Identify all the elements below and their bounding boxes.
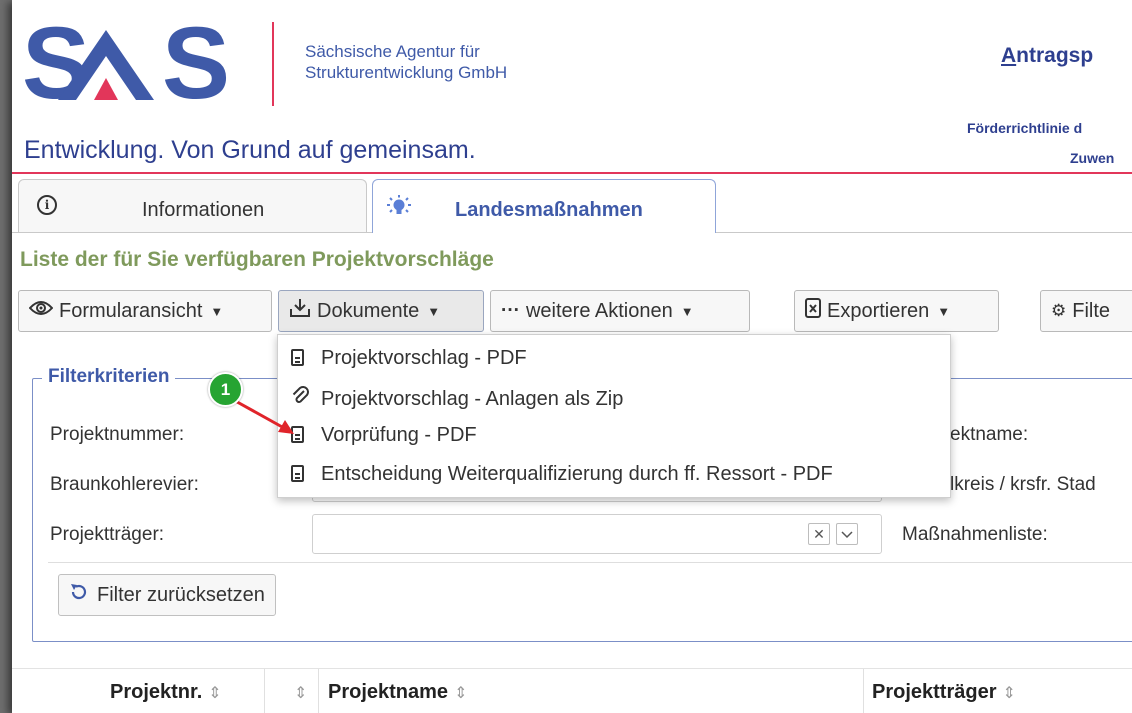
form-view-label: Formularansicht <box>59 299 203 322</box>
tab-label: Landesmaßnahmen <box>455 199 643 221</box>
list-title: Liste der für Sie verfügbaren Projektvor… <box>20 248 494 271</box>
column-label: Projektnr. <box>110 681 203 703</box>
filter-label: Filte <box>1072 299 1111 322</box>
agency-line-2: Strukturentwicklung GmbH <box>305 63 508 82</box>
lightbulb-icon <box>386 194 412 225</box>
export-button[interactable]: Exportieren ▼ <box>794 290 999 332</box>
column-header-empty[interactable]: ⇕ <box>288 681 307 704</box>
document-icon <box>291 349 304 366</box>
export-label: Exportieren <box>827 299 930 322</box>
eye-icon <box>28 300 54 322</box>
chevron-down-icon: ▼ <box>427 303 441 319</box>
document-icon <box>291 426 304 443</box>
tab-bar: i Informationen Landesmaßnahmen <box>12 176 1132 233</box>
info-circle-icon: i <box>37 195 57 215</box>
menu-item-projektvorschlag-pdf[interactable]: Projektvorschlag - PDF <box>291 347 527 370</box>
chevron-down-icon: ▼ <box>680 303 694 319</box>
column-header-projekttraeger[interactable]: Projektträger ⇕ <box>872 681 1016 704</box>
reset-filter-button[interactable]: Filter zurücksetzen <box>58 574 276 616</box>
table-header: Projektnr. ⇕ ⇕ Projektname ⇕ Projektträger… <box>12 668 1132 713</box>
filter-divider <box>48 562 1132 563</box>
agency-name: Sächsische Agentur für Strukturentwicklu… <box>305 41 507 83</box>
more-actions-label: weitere Aktionen <box>525 299 673 322</box>
column-label: Projektname <box>328 681 449 703</box>
more-actions-button[interactable]: ··· weitere Aktionen ▼ <box>490 290 750 332</box>
svg-text:S: S <box>162 16 230 108</box>
sort-icon: ⇕ <box>1002 685 1016 702</box>
documents-label: Dokumente <box>317 299 420 322</box>
menu-item-label: Vorprüfung - PDF <box>321 424 477 446</box>
menu-item-label: Projektvorschlag - Anlagen als Zip <box>321 388 624 410</box>
filter-legend: Filterkriterien <box>42 366 176 388</box>
chevron-down-icon: ▼ <box>210 303 224 319</box>
download-tray-icon <box>289 297 311 325</box>
project-number-label: Projektnummer: <box>50 424 185 445</box>
portal-title-accesskey: A <box>1001 44 1017 67</box>
column-divider <box>264 669 265 713</box>
undo-icon <box>69 582 89 608</box>
column-divider <box>863 669 864 713</box>
sort-icon: ⇕ <box>454 685 468 702</box>
reset-filter-label: Filter zurücksetzen <box>97 583 265 606</box>
project-name-label: ektname: <box>950 424 1029 445</box>
ellipsis-icon: ··· <box>501 300 520 321</box>
menu-item-label: Projektvorschlag - PDF <box>321 347 527 369</box>
portal-title-rest: ntragsp <box>1016 44 1094 67</box>
measures-list-label: Maßnahmenliste: <box>902 524 1048 545</box>
sort-icon: ⇕ <box>208 685 222 702</box>
menu-item-anlagen-zip[interactable]: Projektvorschlag - Anlagen als Zip <box>291 385 623 411</box>
clear-icon[interactable]: ✕ <box>808 523 830 545</box>
filter-button[interactable]: ⚙ Filte <box>1040 290 1132 332</box>
tagline: Entwicklung. Von Grund auf gemeinsam. <box>24 136 476 164</box>
tab-label: Informationen <box>142 199 265 221</box>
sponsor-select[interactable]: ✕ <box>312 514 882 554</box>
app-window: S S Sächsische Agentur für Strukturentwi… <box>12 0 1132 713</box>
annotation-badge: 1 <box>208 372 243 407</box>
guideline-subtitle: Förderrichtlinie d <box>967 120 1083 136</box>
paperclip-icon <box>291 385 313 411</box>
column-header-projektname[interactable]: Projektname ⇕ <box>328 681 467 704</box>
menu-item-label: Entscheidung Weiterqualifizierung durch … <box>321 463 833 485</box>
tab-landesmassnahmen[interactable]: Landesmaßnahmen <box>372 179 716 233</box>
documents-button[interactable]: Dokumente ▼ <box>278 290 484 332</box>
district-label: lkreis / krsfr. Stad <box>950 474 1096 495</box>
column-header-projektnr[interactable]: Projektnr. ⇕ <box>110 681 222 704</box>
chevron-down-icon[interactable] <box>836 523 858 545</box>
menu-item-vorpruefung-pdf[interactable]: Vorprüfung - PDF <box>291 424 477 447</box>
agency-line-1: Sächsische Agentur für <box>305 42 480 61</box>
chevron-down-icon: ▼ <box>937 303 951 319</box>
column-label: Projektträger <box>872 681 997 703</box>
logo-separator <box>272 22 274 106</box>
portal-title[interactable]: Antragsp <box>1001 44 1093 68</box>
header-divider <box>12 172 1132 174</box>
form-view-button[interactable]: Formularansicht ▼ <box>18 290 272 332</box>
gears-icon: ⚙ <box>1051 301 1067 320</box>
sponsor-label: Projektträger: <box>50 524 165 545</box>
sort-icon: ⇕ <box>294 685 308 702</box>
document-icon <box>291 465 304 482</box>
tab-informationen[interactable]: i Informationen <box>18 179 367 232</box>
documents-dropdown-menu: Projektvorschlag - PDF Projektvorschlag … <box>277 334 951 498</box>
grant-subtitle: Zuwen <box>1070 150 1115 166</box>
column-divider <box>318 669 319 713</box>
excel-file-icon <box>805 298 821 324</box>
menu-item-entscheidung-pdf[interactable]: Entscheidung Weiterqualifizierung durch … <box>291 463 833 486</box>
lignite-area-label: Braunkohlerevier: <box>50 474 199 495</box>
sas-logo: S S <box>22 6 252 120</box>
